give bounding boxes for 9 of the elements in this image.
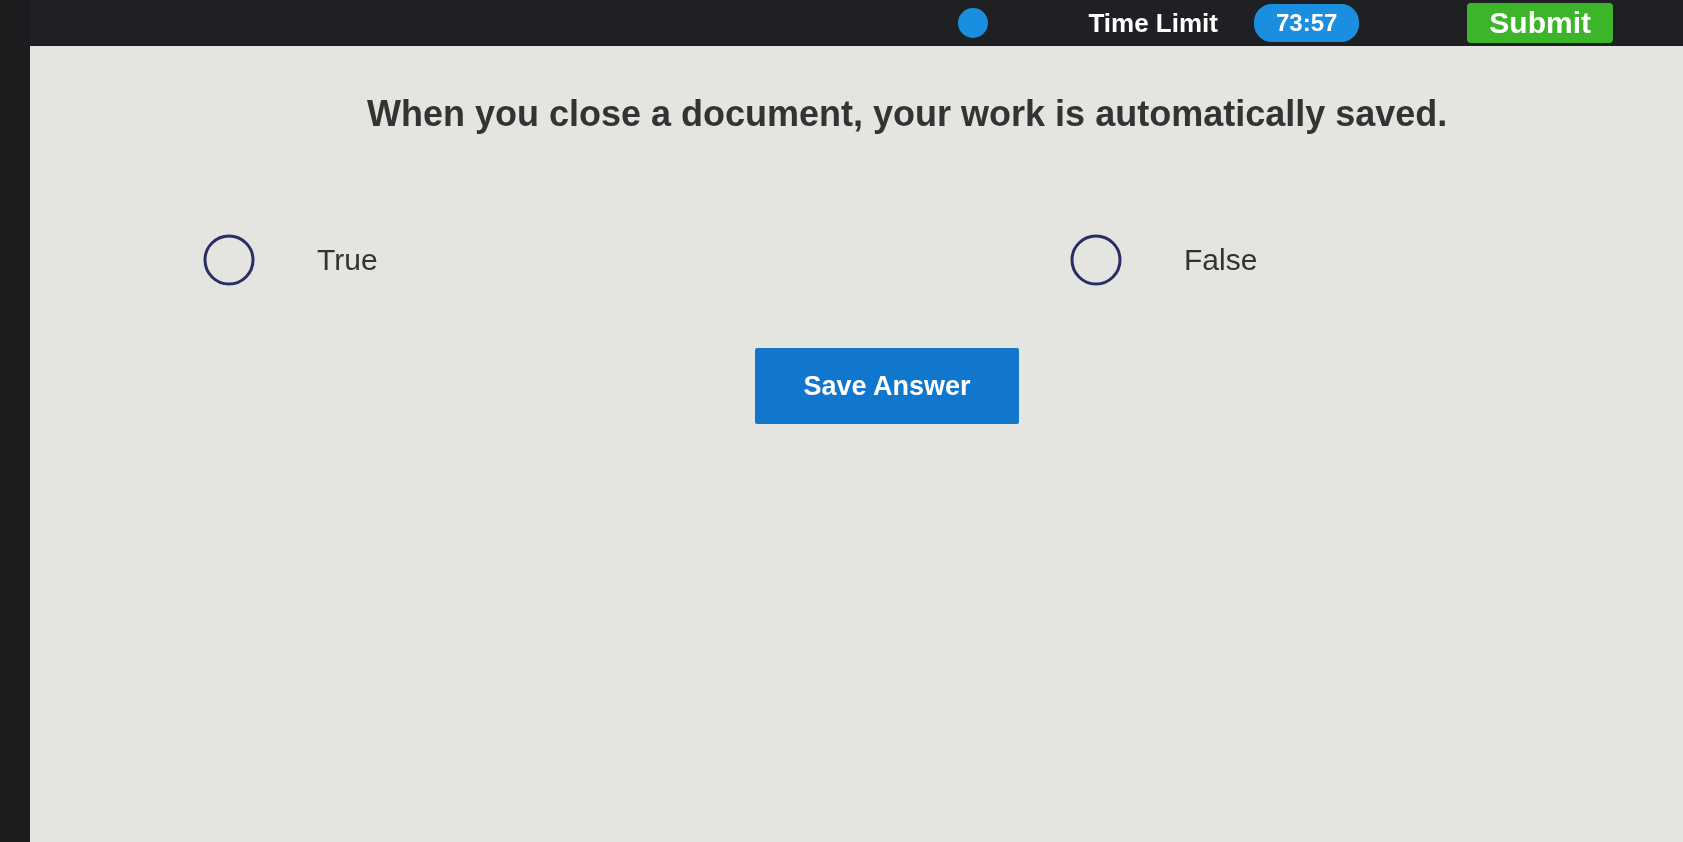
radio-button[interactable]	[203, 234, 255, 286]
radio-button[interactable]	[1070, 234, 1122, 286]
option-label[interactable]: False	[1184, 243, 1258, 277]
circle-icon	[958, 8, 989, 38]
save-answer-button[interactable]: Save Answer	[755, 348, 1019, 424]
timer: 73:57	[1253, 4, 1360, 42]
time-limit-label: Time Limit	[1088, 7, 1218, 39]
question-text: When you close a document, your work is automatically saved.	[367, 92, 1448, 136]
option-label[interactable]: True	[317, 243, 378, 277]
